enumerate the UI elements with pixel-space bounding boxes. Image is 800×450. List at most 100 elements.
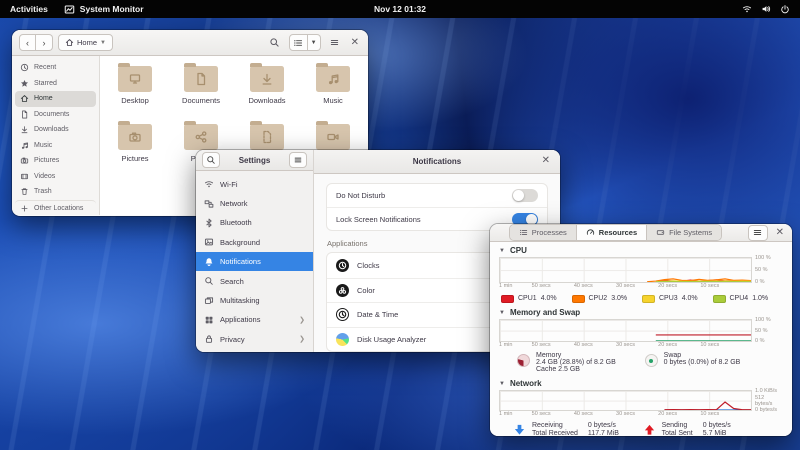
music-note-icon (326, 72, 340, 86)
system-monitor-headerbar: Processes Resources File Systems ✕ (490, 224, 792, 242)
tab-file-systems[interactable]: File Systems (646, 225, 721, 240)
settings-search-button[interactable] (202, 152, 220, 168)
cpu1-swatch (501, 295, 514, 303)
memory-y-axis: 100 %50 %0 % (752, 319, 783, 342)
back-button[interactable]: ‹ (19, 34, 36, 51)
focused-app-menu[interactable]: System Monitor (64, 4, 144, 15)
network-chart (499, 390, 752, 411)
settings-nav-wifi[interactable]: Wi-Fi (196, 174, 313, 193)
settings-nav-network[interactable]: Network (196, 194, 313, 213)
video-camera-icon (326, 130, 340, 144)
folder-icon (250, 124, 284, 150)
tab-resources[interactable]: Resources (576, 225, 646, 240)
film-icon (20, 172, 29, 181)
folder-pictures[interactable]: Pictures (102, 120, 168, 178)
sidebar-item-downloads[interactable]: Downloads (15, 122, 96, 138)
system-monitor-window: Processes Resources File Systems ✕ ▼ CPU… (490, 224, 792, 436)
cpu-x-axis: 1 min 50 secs 40 secs 30 secs 20 secs 10… (499, 283, 752, 291)
files-close-button[interactable]: ✕ (349, 38, 361, 48)
view-options-button[interactable]: ▼ (308, 34, 321, 51)
folder-downloads[interactable]: Downloads (234, 62, 300, 120)
folder-icon (118, 66, 152, 92)
settings-close-button[interactable]: ✕ (540, 156, 552, 166)
bluetooth-icon (204, 218, 214, 228)
folder-documents[interactable]: Documents (168, 62, 234, 120)
path-button[interactable]: Home ▼ (58, 34, 113, 51)
view-switcher: Processes Resources File Systems (509, 224, 722, 241)
do-not-disturb-row[interactable]: Do Not Disturb (327, 184, 547, 207)
files-menu-button[interactable] (326, 34, 344, 51)
settings-nav-privacy[interactable]: Privacy❯ (196, 330, 313, 349)
wifi-icon (204, 179, 214, 189)
plus-icon (20, 204, 29, 213)
volume-icon (761, 4, 771, 14)
document-icon (20, 110, 29, 119)
memory-section-header[interactable]: ▼ Memory and Swap (499, 306, 783, 319)
settings-title: Settings (239, 156, 271, 165)
system-status-area[interactable] (742, 4, 790, 14)
swap-legend-item[interactable]: Swap0 bytes (0.0%) of 8.2 GB (645, 352, 773, 367)
network-legend: Receiving0 bytes/s Total Received117.7 M… (499, 419, 783, 436)
sidebar-item-recent[interactable]: Recent (15, 60, 96, 76)
sidebar-item-videos[interactable]: Videos (15, 169, 96, 185)
network-section-header[interactable]: ▼ Network (499, 377, 783, 390)
folder-music[interactable]: Music (300, 62, 366, 120)
settings-panel-header: Notifications ✕ (314, 150, 560, 174)
sending-legend-item[interactable]: Sending0 bytes/s Total Sent5.7 MiB (643, 422, 773, 436)
sidebar-item-other-locations[interactable]: Other Locations (15, 200, 96, 216)
forward-button[interactable]: › (36, 34, 53, 51)
system-monitor-close-button[interactable]: ✕ (774, 228, 786, 238)
settings-nav-applications[interactable]: Applications❯ (196, 310, 313, 329)
sidebar-item-home[interactable]: Home (15, 91, 96, 107)
cpu3-legend-item[interactable]: CPU34.0% (642, 295, 713, 303)
cpu2-legend-item[interactable]: CPU23.0% (572, 295, 643, 303)
camera-icon (20, 156, 29, 165)
clock-button[interactable]: Nov 12 01:32 (374, 4, 426, 14)
sidebar-item-trash[interactable]: Trash (15, 184, 96, 200)
cpu-section-header[interactable]: ▼ CPU (499, 244, 783, 257)
settings-menu-button[interactable] (289, 152, 307, 168)
swap-pie-icon (645, 354, 658, 367)
music-note-icon (20, 141, 29, 150)
receiving-legend-item[interactable]: Receiving0 bytes/s Total Received117.7 M… (513, 422, 643, 436)
desktop-icon (128, 72, 142, 86)
folder-icon (184, 124, 218, 150)
chevron-down-icon: ▼ (100, 40, 106, 46)
network-icon (742, 4, 752, 14)
gauge-icon (586, 228, 595, 237)
activities-button[interactable]: Activities (10, 4, 48, 14)
search-button[interactable] (266, 34, 284, 51)
clocks-app-icon (336, 259, 349, 272)
sidebar-item-starred[interactable]: Starred (15, 76, 96, 92)
settings-nav-notifications[interactable]: Notifications (196, 252, 313, 271)
cpu1-legend-item[interactable]: CPU14.0% (501, 295, 572, 303)
settings-nav-background[interactable]: Background (196, 233, 313, 252)
memory-legend: Memory2.4 GB (28.8%) of 8.2 GBCache 2.5 … (499, 350, 783, 377)
bell-icon (204, 257, 214, 267)
hamburger-icon (329, 37, 340, 48)
tab-processes[interactable]: Processes (510, 225, 576, 240)
cpu4-legend-item[interactable]: CPU41.0% (713, 295, 784, 303)
folder-desktop[interactable]: Desktop (102, 62, 168, 120)
star-icon (20, 79, 29, 88)
search-icon (269, 37, 280, 48)
path-label: Home (77, 38, 97, 47)
template-icon (260, 130, 274, 144)
settings-sidebar-header: Settings (196, 150, 313, 171)
memory-legend-item[interactable]: Memory2.4 GB (28.8%) of 8.2 GBCache 2.5 … (517, 352, 645, 373)
settings-nav-multitasking[interactable]: Multitasking (196, 291, 313, 310)
system-monitor-menu-button[interactable] (748, 225, 768, 241)
sidebar-item-music[interactable]: Music (15, 138, 96, 154)
power-icon (780, 4, 790, 14)
view-toggle-button[interactable] (289, 34, 308, 51)
document-icon (194, 72, 208, 86)
do-not-disturb-toggle[interactable] (512, 189, 538, 202)
memory-chart (499, 319, 752, 342)
sidebar-item-documents[interactable]: Documents (15, 107, 96, 123)
folder-icon (118, 124, 152, 150)
settings-nav-search[interactable]: Search (196, 271, 313, 290)
sidebar-item-pictures[interactable]: Pictures (15, 153, 96, 169)
windows-icon (204, 296, 214, 306)
settings-nav-bluetooth[interactable]: Bluetooth (196, 213, 313, 232)
camera-icon (128, 130, 142, 144)
